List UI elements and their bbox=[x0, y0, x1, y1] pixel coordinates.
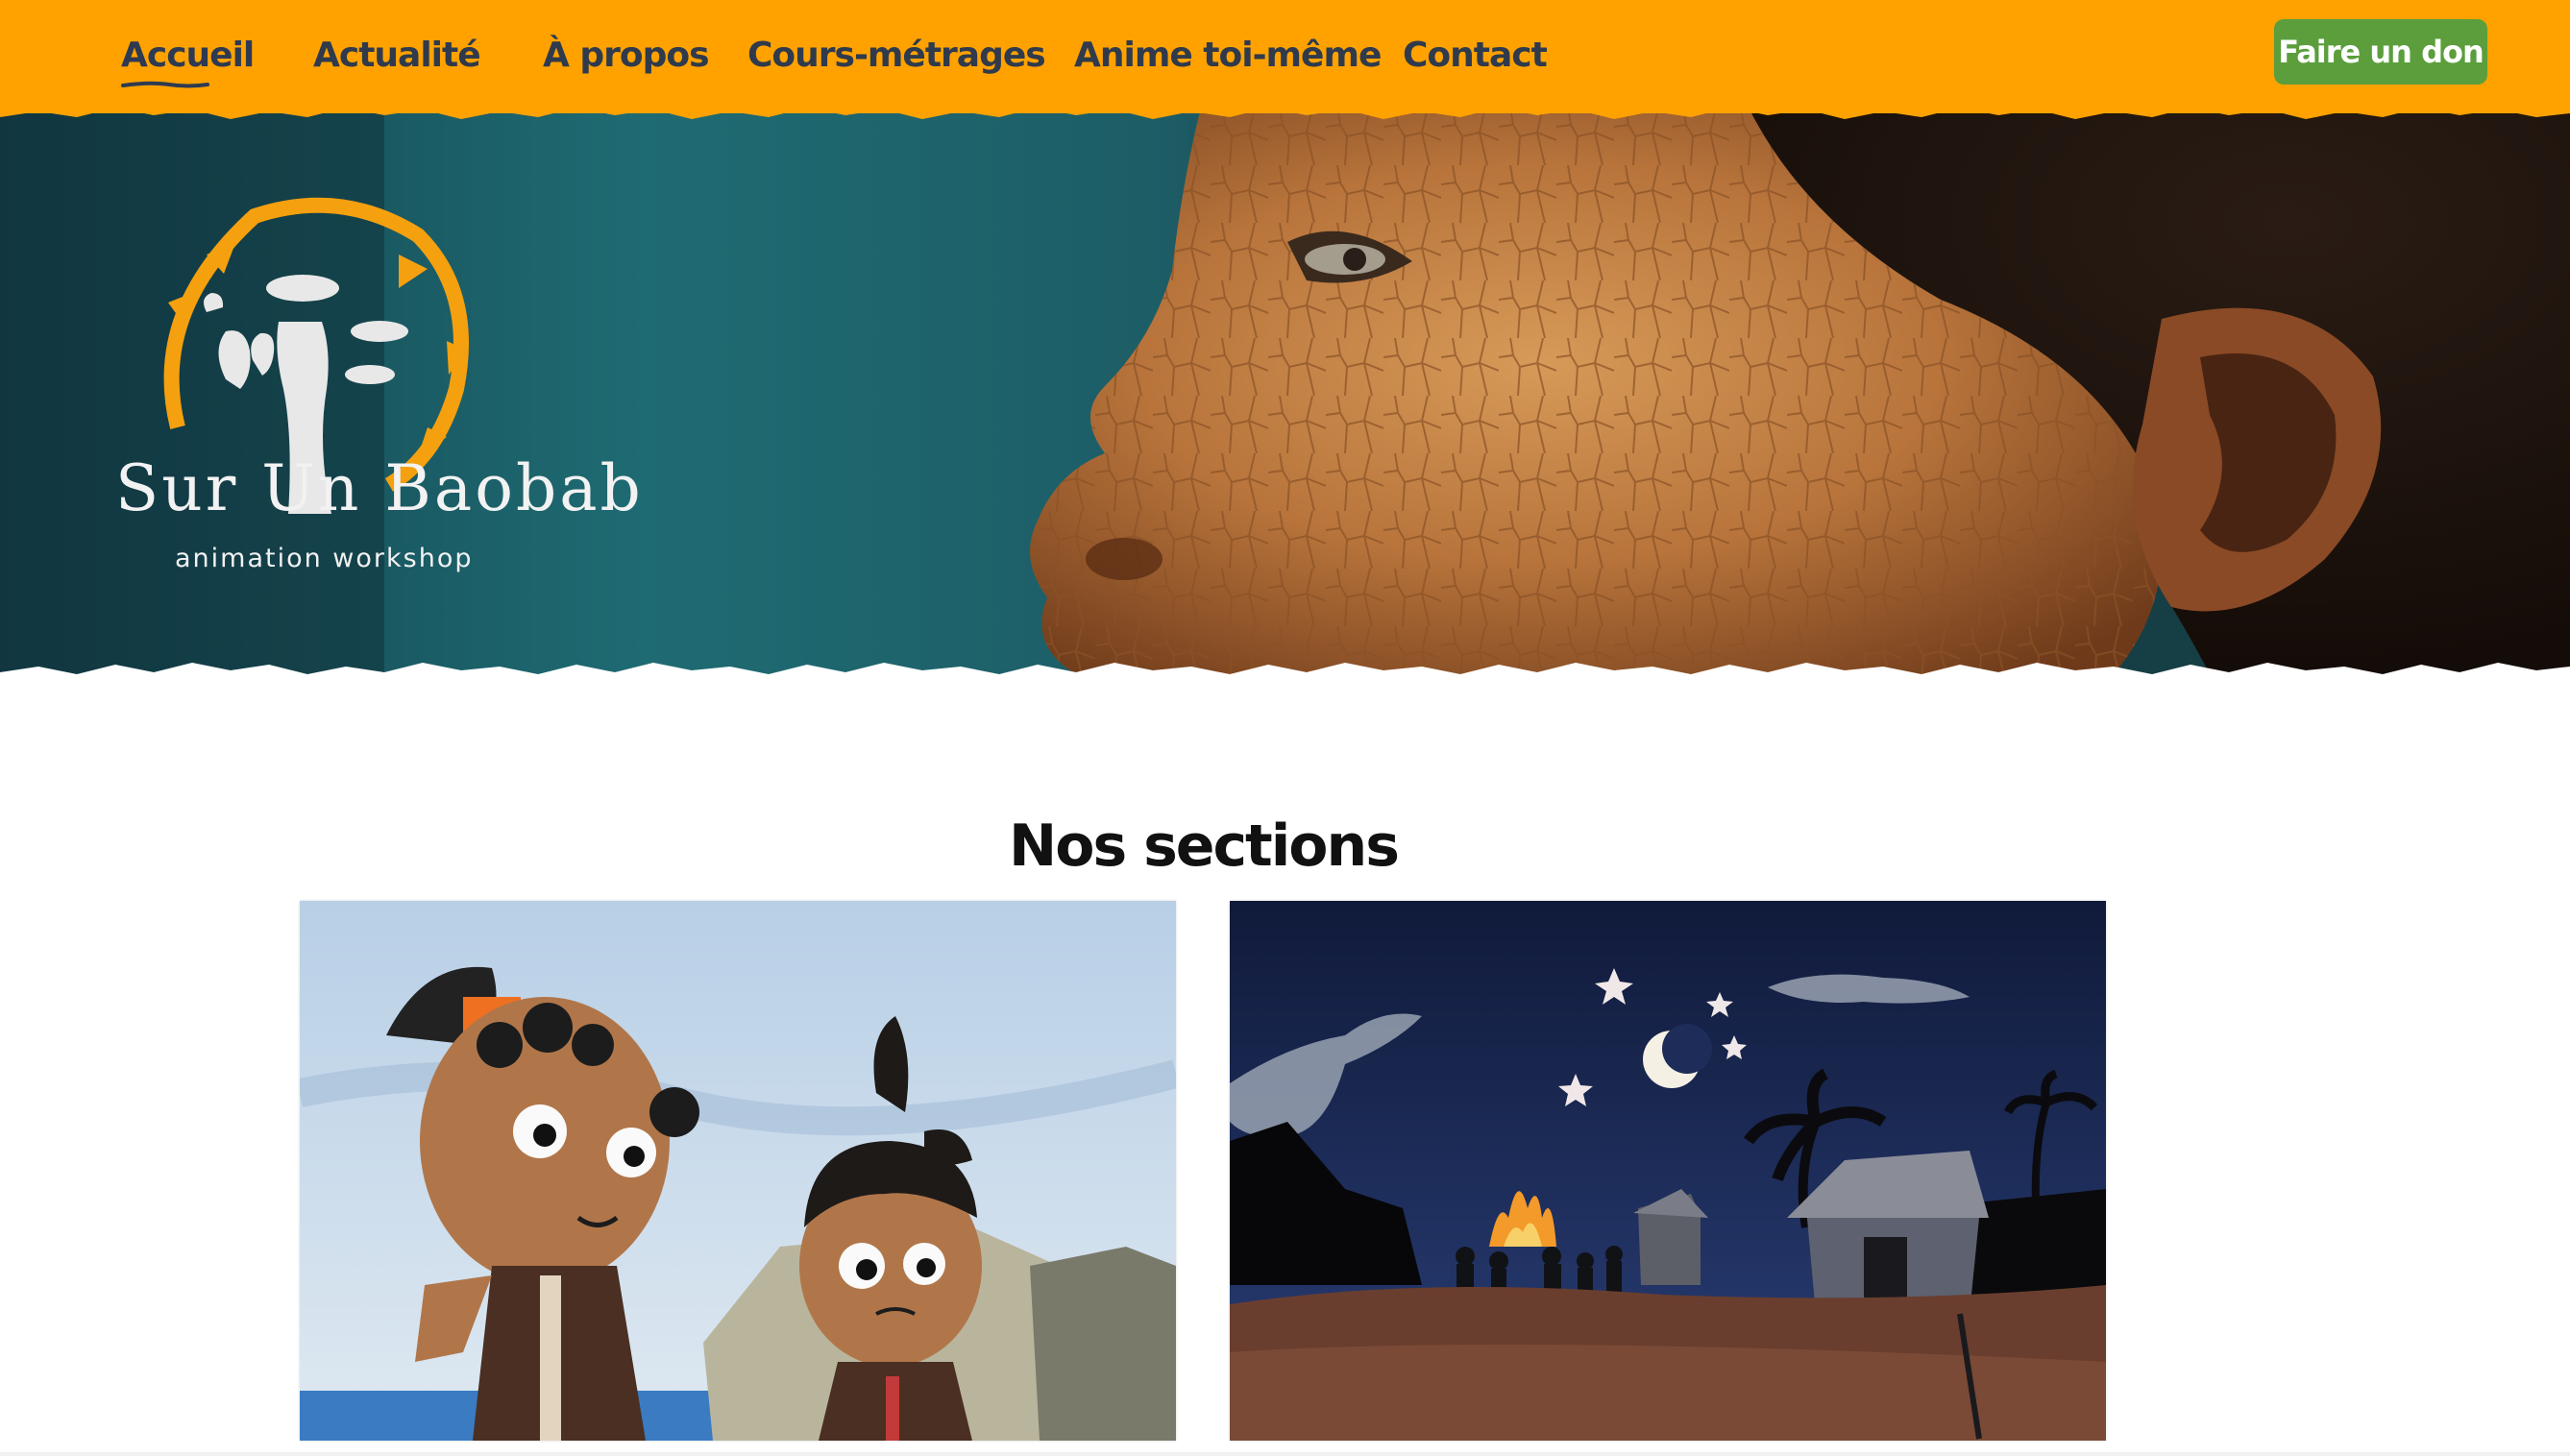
nav-torn-edge bbox=[0, 96, 2570, 119]
nav-item-actualite[interactable]: Actualité bbox=[313, 29, 481, 83]
section-card-1-image[interactable] bbox=[300, 901, 1176, 1441]
page-bottom-divider bbox=[0, 1452, 2570, 1456]
nav-item-accueil[interactable]: Accueil bbox=[121, 29, 255, 83]
sections-heading: Nos sections bbox=[1009, 812, 1400, 880]
hero-torn-edge bbox=[0, 663, 2570, 692]
section-card-2-image[interactable] bbox=[1230, 901, 2106, 1441]
nav-item-contact[interactable]: Contact bbox=[1403, 29, 1548, 83]
donate-button[interactable]: Faire un don bbox=[2274, 19, 2487, 85]
nav-item-a-propos[interactable]: À propos bbox=[543, 29, 710, 83]
nav-item-cours-metrages[interactable]: Cours-métrages bbox=[747, 29, 1046, 83]
section-card-2[interactable] bbox=[1230, 901, 2106, 1441]
section-card-1[interactable] bbox=[300, 901, 1176, 1441]
logo-subtitle: animation workshop bbox=[175, 544, 474, 573]
logo-title: Sur Un Baobab bbox=[115, 451, 644, 525]
baobab-logo-icon bbox=[163, 197, 469, 514]
active-nav-underline bbox=[121, 81, 209, 88]
nav-item-anime-toi-meme[interactable]: Anime toi-même bbox=[1074, 29, 1382, 83]
